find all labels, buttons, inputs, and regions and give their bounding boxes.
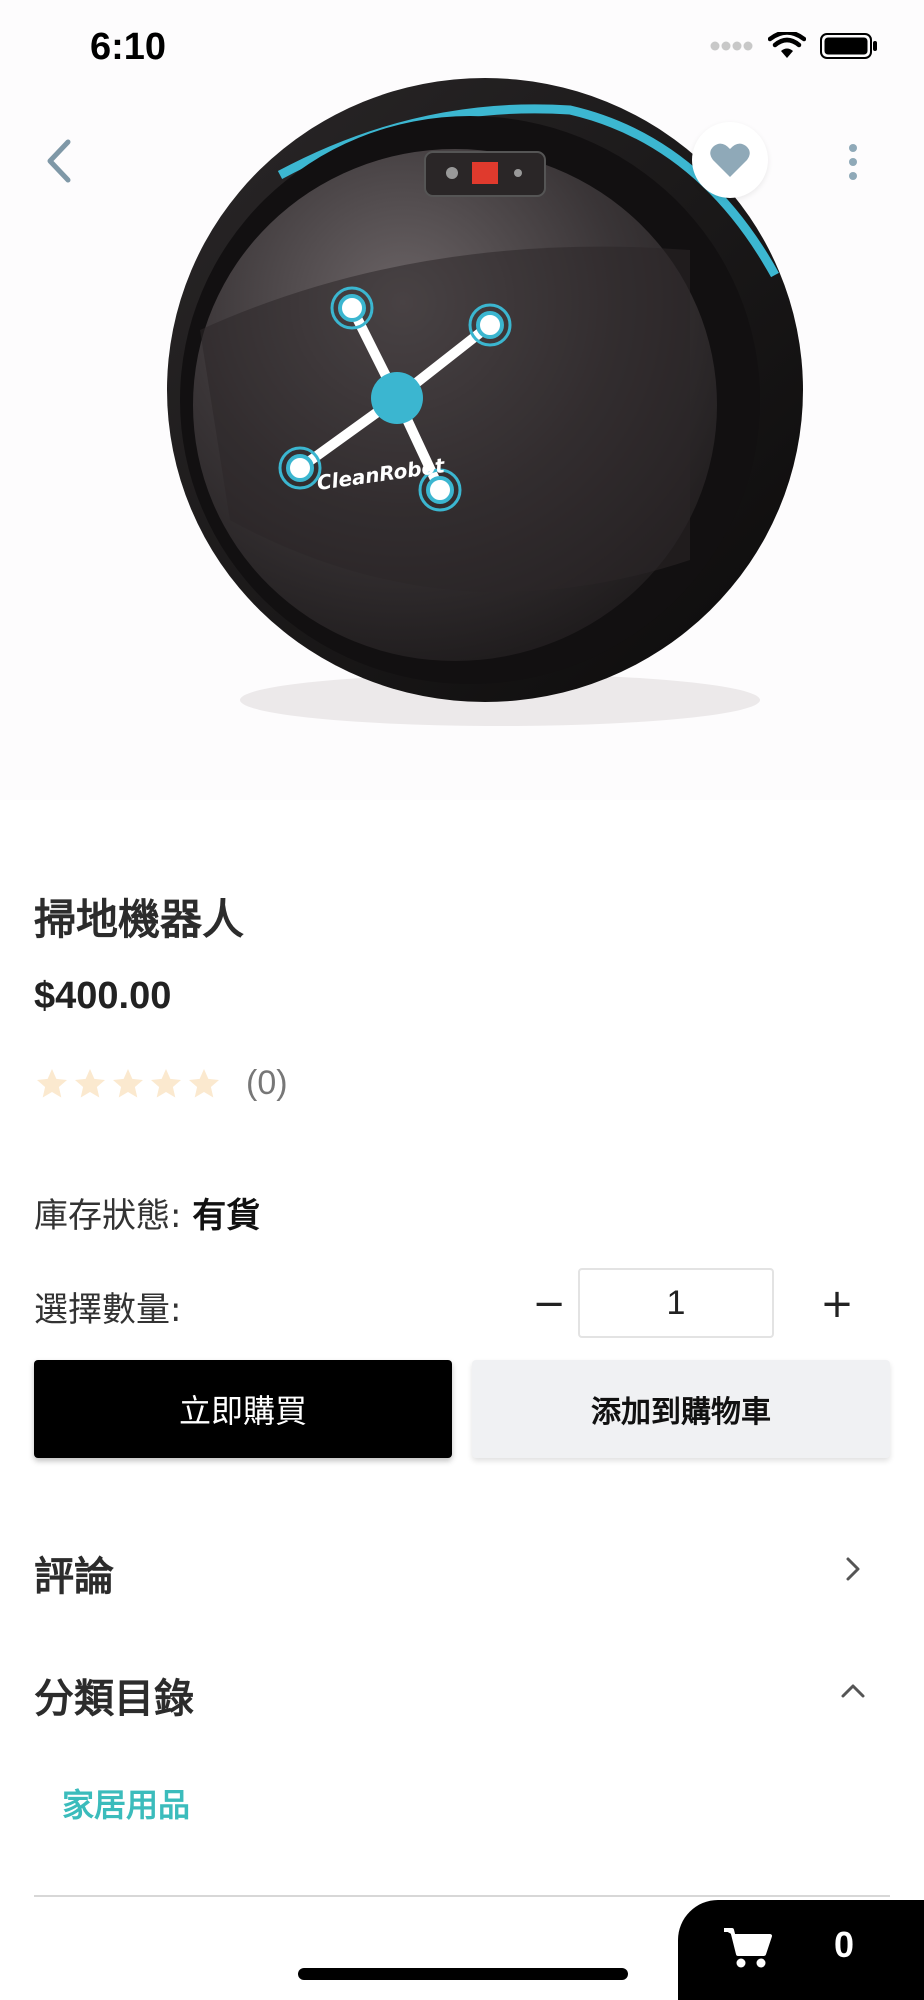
categories-section-row[interactable]: 分類目錄 bbox=[34, 1656, 890, 1726]
star-icon bbox=[75, 1068, 105, 1097]
star-icon bbox=[151, 1068, 181, 1097]
categories-heading: 分類目錄 bbox=[34, 1676, 194, 1722]
star-icon bbox=[37, 1068, 67, 1097]
reviews-heading: 評論 bbox=[34, 1554, 114, 1600]
cart-count: 0 bbox=[834, 1924, 855, 1965]
home-indicator[interactable] bbox=[298, 1968, 628, 1980]
back-button[interactable] bbox=[40, 136, 84, 186]
cellular-signal-icon bbox=[710, 41, 753, 51]
star-rating bbox=[34, 1066, 222, 1102]
buy-now-button[interactable]: 立即購買 bbox=[34, 1360, 452, 1458]
star-icon bbox=[189, 1068, 219, 1097]
stock-value: 有貨 bbox=[192, 1196, 261, 1236]
increase-quantity-button[interactable]: + bbox=[792, 1274, 882, 1334]
status-time: 6:10 bbox=[90, 26, 167, 68]
quantity-selector: 選擇數量: − 1 + bbox=[34, 1268, 890, 1338]
review-count[interactable]: (0) bbox=[246, 1064, 288, 1103]
divider bbox=[34, 1895, 890, 1897]
reviews-section-row[interactable]: 評論 bbox=[34, 1534, 890, 1604]
add-to-cart-button[interactable]: 添加到購物車 bbox=[472, 1360, 890, 1458]
stock-label: 庫存狀態: bbox=[34, 1196, 182, 1236]
category-link[interactable]: 家居用品 bbox=[62, 1780, 190, 1826]
stock-status: 庫存狀態: 有貨 bbox=[34, 1188, 260, 1237]
product-rating: (0) bbox=[34, 1064, 288, 1103]
product-price: $400.00 bbox=[34, 975, 172, 1017]
more-vertical-icon bbox=[849, 144, 857, 180]
cart-button[interactable]: 0 bbox=[678, 1900, 924, 2000]
status-bar: 6:10 bbox=[0, 0, 924, 100]
quantity-input[interactable]: 1 bbox=[578, 1268, 774, 1338]
chevron-right-icon bbox=[846, 1557, 860, 1581]
shopping-cart-icon bbox=[724, 1928, 772, 1968]
favorite-button[interactable] bbox=[692, 122, 768, 198]
battery-icon bbox=[820, 33, 877, 59]
heart-icon bbox=[710, 143, 750, 177]
more-options-button[interactable] bbox=[838, 140, 868, 184]
chevron-left-icon bbox=[47, 139, 71, 183]
top-navigation bbox=[0, 120, 924, 200]
quantity-label: 選擇數量: bbox=[34, 1290, 182, 1330]
product-title: 掃地機器人 bbox=[34, 895, 245, 944]
wifi-icon bbox=[768, 32, 806, 58]
chevron-up-icon bbox=[841, 1684, 865, 1698]
star-icon bbox=[113, 1068, 143, 1097]
status-icons bbox=[710, 32, 878, 60]
